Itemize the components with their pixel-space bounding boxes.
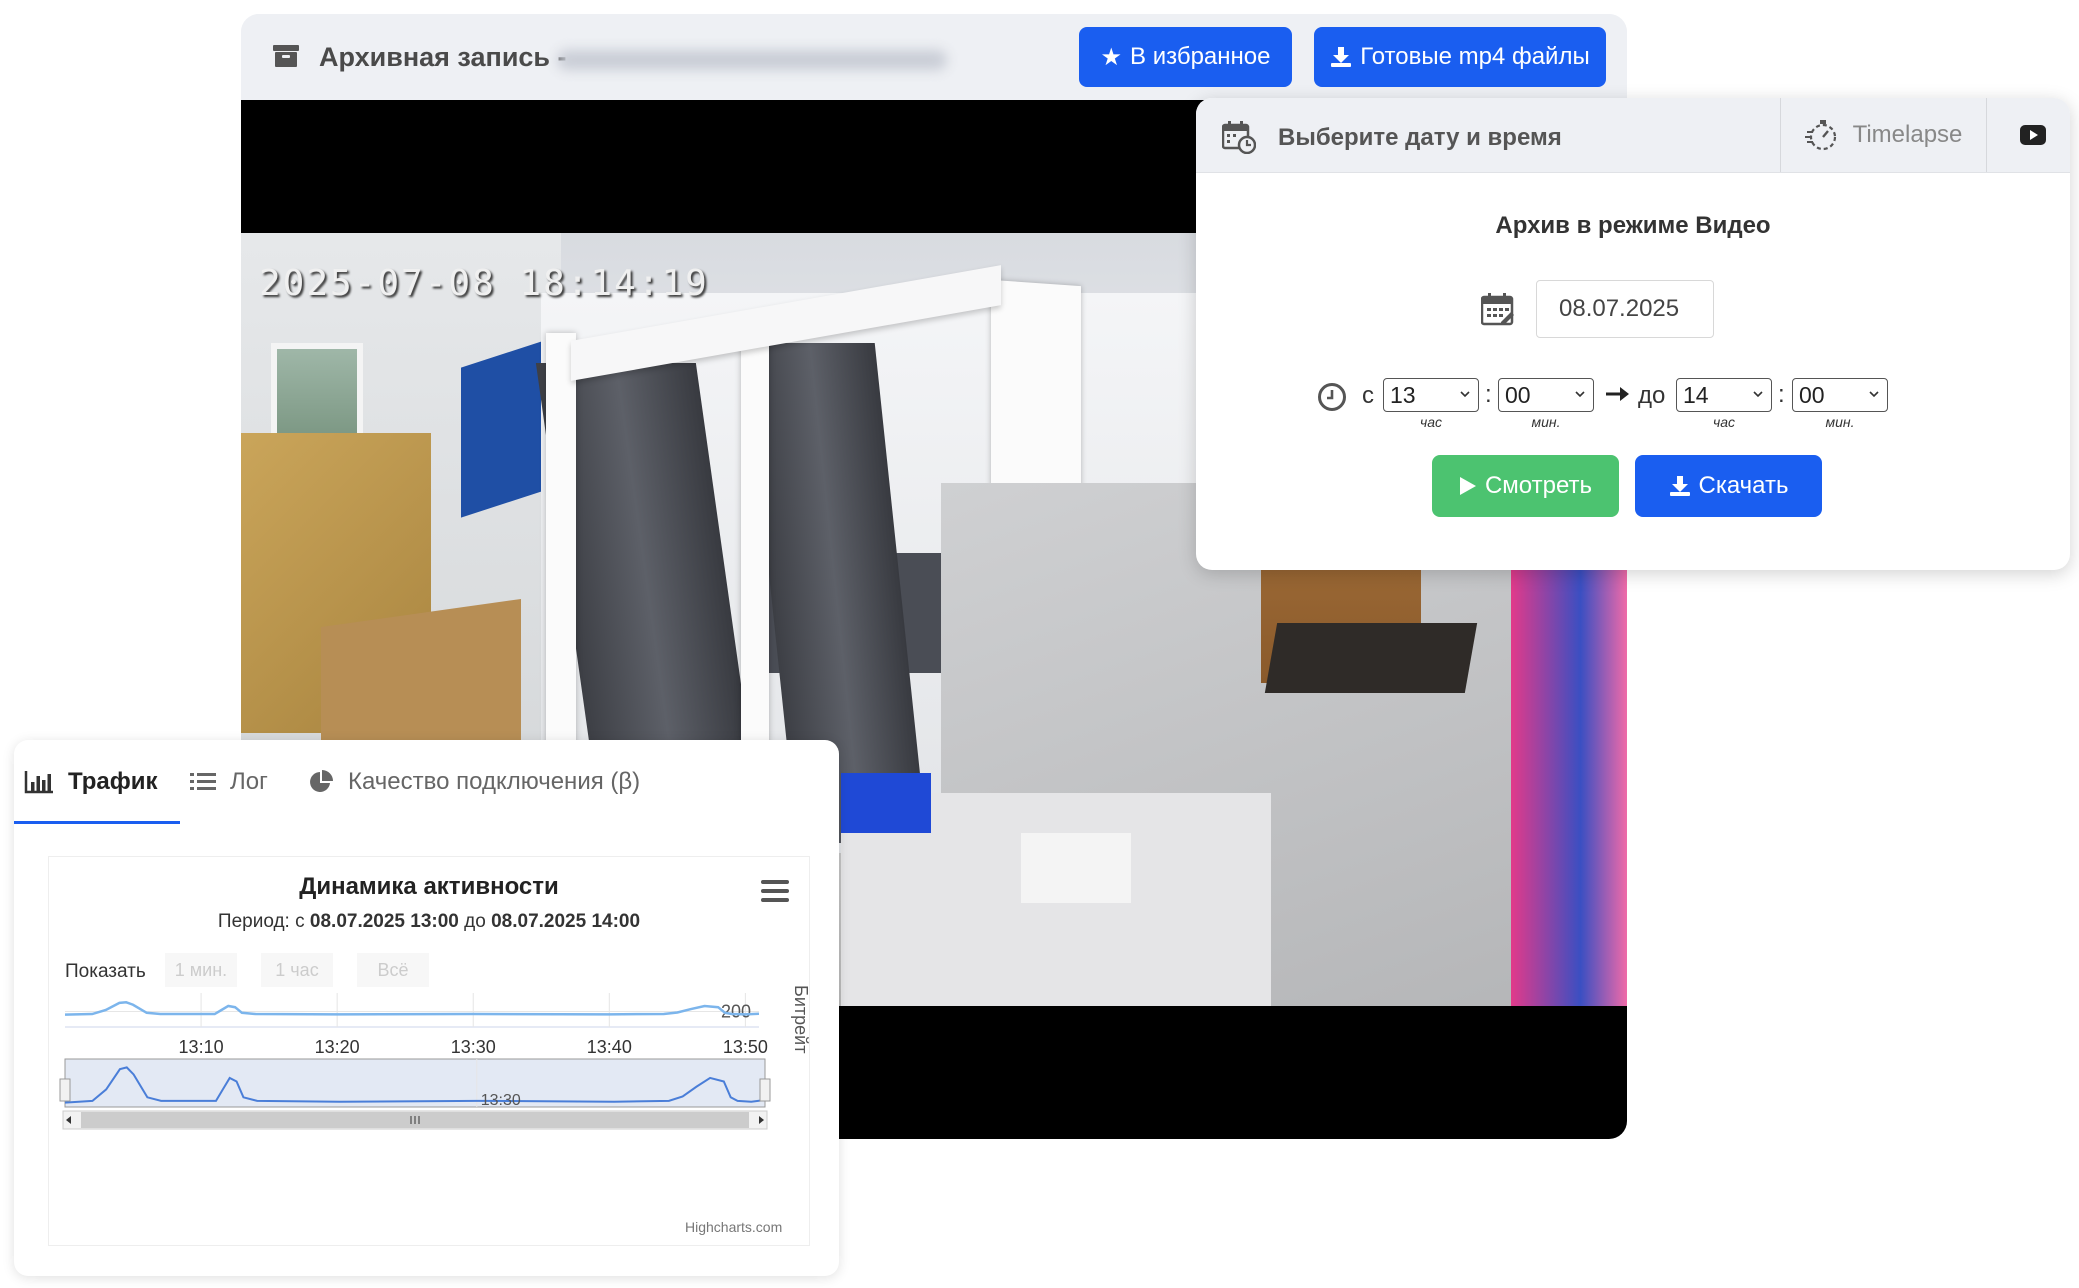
chevron-down-icon — [1460, 391, 1470, 398]
download-icon — [1331, 47, 1352, 67]
pen-holder — [1021, 833, 1131, 903]
download-icon — [1669, 476, 1690, 496]
traffic-panel: Трафик Лог Качество подключения (β) Дина… — [14, 740, 839, 1276]
tab-traffic[interactable]: Трафик — [24, 740, 158, 824]
youtube-tab[interactable] — [1996, 98, 2070, 172]
archive-title: Архивная запись - — [319, 42, 567, 72]
archive-header: Архивная запись - ★ В избранное Готовые … — [241, 14, 1627, 100]
archive-box-icon — [273, 45, 299, 67]
navigator-handle[interactable] — [759, 1078, 771, 1102]
redacted-camera-name — [557, 50, 947, 70]
tab-connection-quality[interactable]: Качество подключения (β) — [308, 740, 640, 824]
x-tick-label: 13:40 — [587, 1037, 632, 1057]
minute-unit-label: мин. — [1825, 414, 1855, 430]
to-hour-select[interactable]: 14 — [1676, 378, 1772, 412]
add-to-favorites-button[interactable]: ★ В избранное — [1079, 27, 1292, 87]
blue-box — [841, 773, 931, 833]
time-separator: : — [1778, 381, 1785, 408]
picker-title: Выберите дату и время — [1278, 124, 1562, 151]
mode-title: Архив в режиме Видео — [1495, 212, 1771, 239]
from-label: с — [1362, 382, 1374, 409]
doormat — [1264, 623, 1478, 693]
stopwatch-icon — [1804, 120, 1836, 151]
navigator-handle[interactable] — [59, 1078, 71, 1102]
chevron-down-icon — [1869, 391, 1879, 398]
navigator-tick-label: 13:30 — [481, 1092, 521, 1109]
youtube-icon — [2020, 125, 2046, 145]
list-icon — [190, 773, 216, 790]
calendar-icon — [1481, 293, 1514, 326]
hour-unit-label: час — [1712, 414, 1736, 430]
chevron-down-icon — [1753, 391, 1763, 398]
to-minute-select[interactable]: 00 — [1792, 378, 1888, 412]
chevron-down-icon — [1575, 391, 1585, 398]
date-input[interactable]: 08.07.2025 — [1536, 280, 1714, 338]
clock-icon — [1318, 383, 1346, 411]
y-tick-label: 200 — [721, 1002, 751, 1022]
chart-canvas: 13:10 13:20 13:30 13:40 13:50 200 Битрейт 13:30 — [59, 985, 809, 1130]
time-separator: : — [1485, 381, 1492, 408]
hour-unit-label: час — [1419, 414, 1443, 430]
y-axis-title: Битрейт — [791, 985, 809, 1053]
calendar-clock-icon — [1222, 121, 1256, 154]
minute-unit-label: мин. — [1531, 414, 1561, 430]
arrow-right-icon — [1606, 387, 1629, 401]
watch-button[interactable]: Смотреть — [1432, 455, 1619, 517]
picker-header: Выберите дату и время Timelapse — [1196, 98, 2070, 173]
series-line — [64, 1001, 760, 1016]
download-button[interactable]: Скачать — [1635, 455, 1822, 517]
x-tick-label: 13:30 — [451, 1037, 496, 1057]
x-tick-label: 13:10 — [179, 1037, 224, 1057]
star-icon: ★ — [1100, 43, 1123, 71]
bar-chart-icon — [24, 771, 53, 794]
tab-log[interactable]: Лог — [190, 740, 268, 824]
x-tick-label: 13:20 — [315, 1037, 360, 1057]
date-time-picker-panel: Выберите дату и время Timelapse Архив в … — [1196, 98, 2070, 570]
from-hour-select[interactable]: 13 — [1383, 378, 1479, 412]
from-minute-select[interactable]: 00 — [1498, 378, 1594, 412]
to-label: до — [1638, 382, 1666, 409]
activity-chart: Динамика активности Период: с 08.07.2025… — [48, 856, 810, 1246]
x-tick-label: 13:50 — [723, 1037, 768, 1057]
navigator-mask — [64, 1058, 766, 1108]
timelapse-tab[interactable]: Timelapse — [1780, 98, 1987, 172]
active-tab-indicator — [14, 821, 180, 824]
chart-credits[interactable]: Highcharts.com — [685, 1219, 782, 1235]
play-icon — [1459, 477, 1476, 495]
pie-chart-icon — [310, 770, 333, 792]
osd-timestamp: 2025-07-08 18:14:19 — [259, 263, 709, 304]
mp4-files-button[interactable]: Готовые mp4 файлы — [1314, 27, 1606, 87]
